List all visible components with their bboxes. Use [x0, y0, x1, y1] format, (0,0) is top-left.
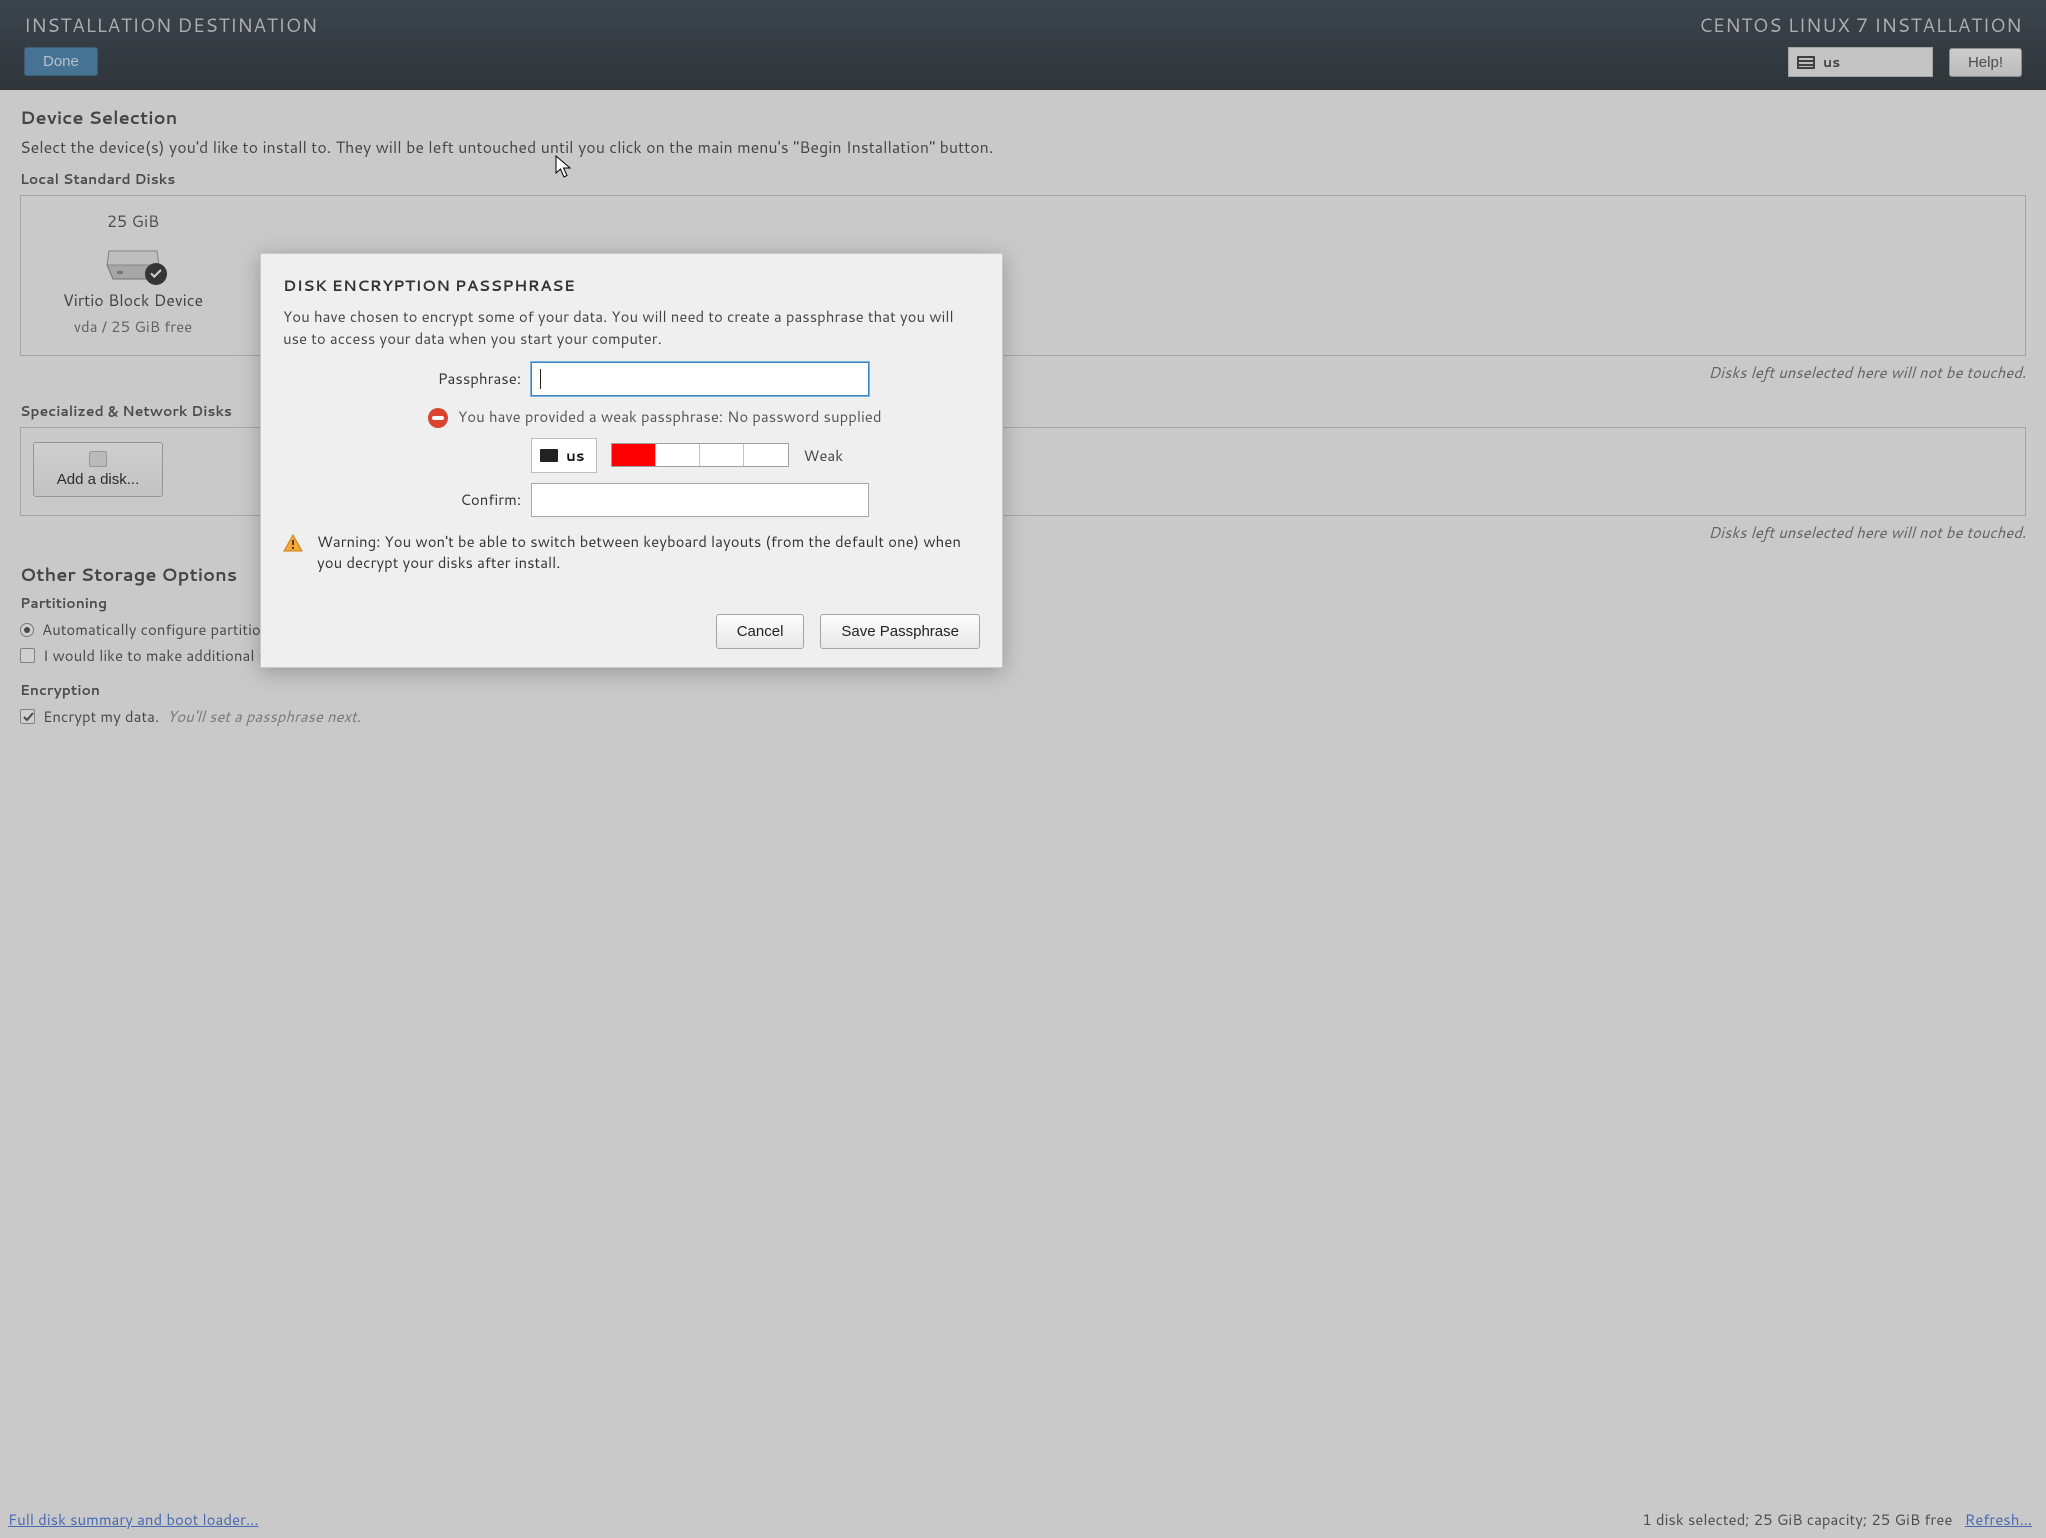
passphrase-label: Passphrase:: [283, 368, 521, 389]
error-icon: [428, 408, 448, 428]
top-bar-left: INSTALLATION DESTINATION Done: [24, 0, 318, 76]
disk-status-text: 1 disk selected; 25 GiB capacity; 25 GiB…: [1642, 1509, 1952, 1530]
encrypt-label: Encrypt my data.: [43, 706, 159, 727]
strength-label: Weak: [803, 445, 843, 466]
keyboard-warning-row: Warning: You won't be able to switch bet…: [283, 531, 980, 575]
keyboard-layout-indicator[interactable]: us: [1788, 47, 1933, 77]
checkmark-badge-icon: [145, 263, 167, 285]
radio-icon: [20, 623, 34, 637]
strength-row: us Weak: [531, 438, 980, 473]
local-disks-heading: Local Standard Disks: [20, 169, 2026, 189]
text-caret-icon: [540, 369, 541, 389]
passphrase-error-row: You have provided a weak passphrase: No …: [428, 406, 980, 428]
bottom-bar: Full disk summary and boot loader... 1 d…: [0, 1503, 2046, 1538]
passphrase-input[interactable]: [531, 362, 869, 396]
add-disk-button[interactable]: Add a disk...: [33, 442, 163, 497]
refresh-link[interactable]: Refresh...: [1965, 1509, 2032, 1530]
full-disk-summary-link[interactable]: Full disk summary and boot loader...: [8, 1509, 259, 1530]
bottom-bar-right: 1 disk selected; 25 GiB capacity; 25 GiB…: [1642, 1509, 2032, 1530]
strength-segment: [656, 444, 700, 466]
keyboard-icon: [540, 449, 558, 462]
confirm-input[interactable]: [531, 483, 869, 517]
dialog-actions: Cancel Save Passphrase: [283, 614, 980, 649]
encrypt-check-row[interactable]: Encrypt my data. You'll set a passphrase…: [20, 706, 2026, 727]
passphrase-form: Passphrase: You have provided a weak pas…: [283, 362, 980, 517]
dialog-intro: You have chosen to encrypt some of your …: [283, 306, 980, 350]
disk-small-icon: [89, 451, 107, 467]
checkbox-checked-icon: [20, 709, 35, 724]
encryption-heading: Encryption: [20, 680, 2026, 700]
disk-name: Virtio Block Device: [63, 289, 203, 312]
save-passphrase-button[interactable]: Save Passphrase: [820, 614, 980, 649]
passphrase-dialog: DISK ENCRYPTION PASSPHRASE You have chos…: [260, 253, 1003, 668]
auto-partition-label: Automatically configure partitioning.: [42, 619, 295, 640]
add-disk-label: Add a disk...: [57, 471, 140, 488]
strength-segment: [700, 444, 744, 466]
confirm-label: Confirm:: [283, 489, 521, 510]
keyboard-layout-label: us: [1823, 52, 1840, 72]
hard-disk-icon: [103, 241, 163, 281]
top-bar: INSTALLATION DESTINATION Done CENTOS LIN…: [0, 0, 2046, 90]
top-bar-right: CENTOS LINUX 7 INSTALLATION us Help!: [1699, 0, 2022, 77]
help-button[interactable]: Help!: [1949, 48, 2022, 77]
encrypt-hint: You'll set a passphrase next.: [167, 706, 361, 727]
dialog-title: DISK ENCRYPTION PASSPHRASE: [283, 274, 980, 296]
strength-segment: [744, 444, 788, 466]
device-selection-title: Device Selection: [20, 104, 2026, 130]
keyboard-warning-text: Warning: You won't be able to switch bet…: [317, 531, 980, 575]
device-selection-description: Select the device(s) you'd like to insta…: [20, 136, 2026, 159]
password-strength-meter: [611, 443, 789, 467]
warning-icon: [283, 533, 303, 553]
strength-segment: [612, 444, 656, 466]
page-title: INSTALLATION DESTINATION: [24, 12, 318, 39]
mouse-cursor-icon: [555, 155, 573, 179]
done-button[interactable]: Done: [24, 47, 98, 76]
keyboard-layout-badge[interactable]: us: [531, 438, 597, 473]
checkbox-icon: [20, 648, 35, 663]
disk-tile[interactable]: 25 GiB Virtio Block Device vda / 25 GiB …: [33, 210, 233, 337]
cancel-button[interactable]: Cancel: [716, 614, 805, 649]
product-title: CENTOS LINUX 7 INSTALLATION: [1699, 12, 2022, 39]
keyboard-layout-label: us: [566, 445, 584, 466]
disk-subtext: vda / 25 GiB free: [74, 316, 193, 337]
passphrase-error-text: You have provided a weak passphrase: No …: [458, 406, 882, 427]
disk-size: 25 GiB: [107, 210, 159, 233]
keyboard-icon: [1797, 56, 1815, 69]
